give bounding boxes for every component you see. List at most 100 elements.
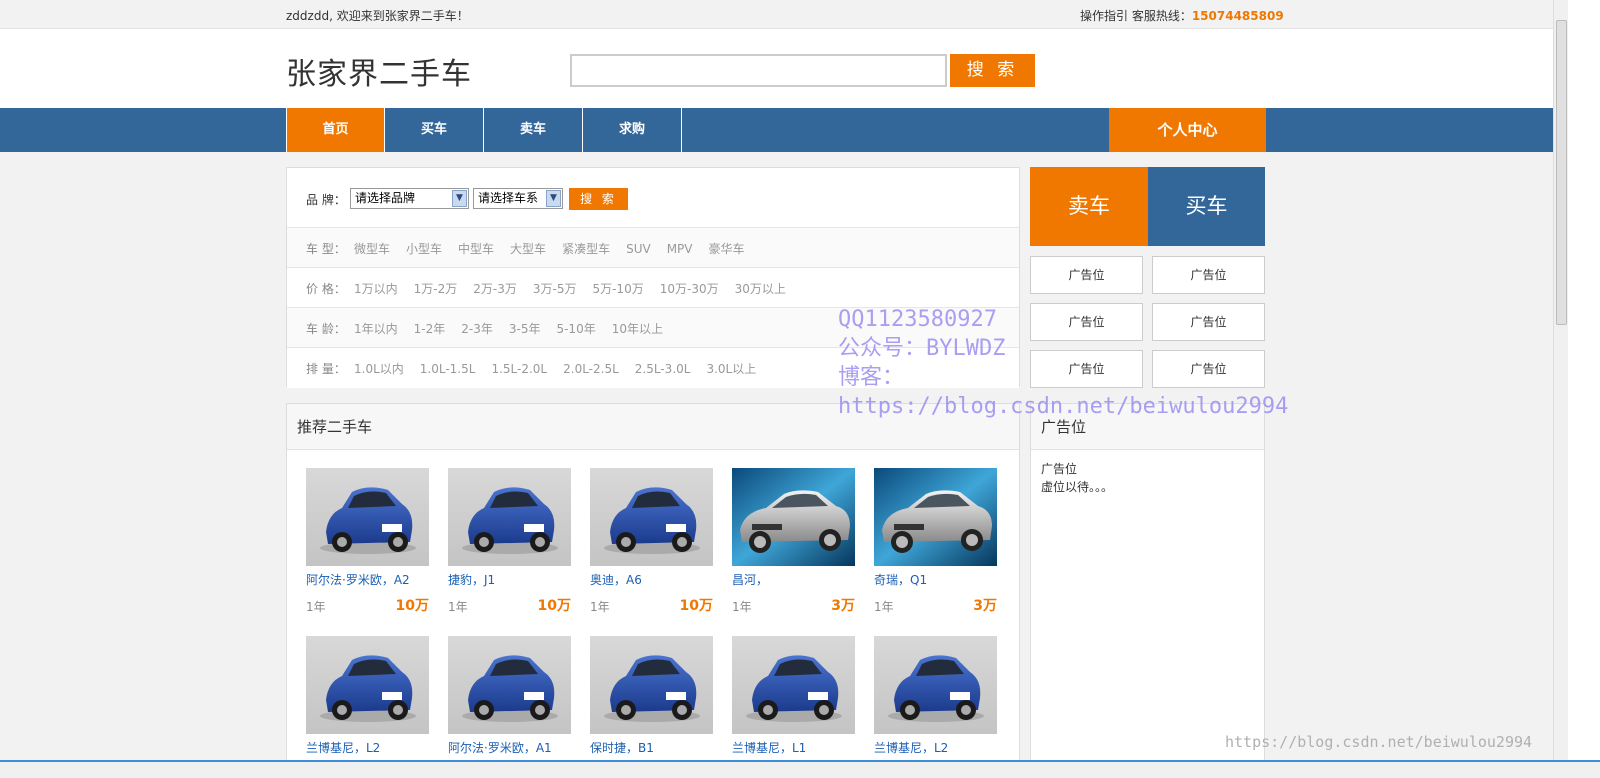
car-meta: 1年 3万 bbox=[732, 595, 855, 615]
buy-car-button[interactable]: 买车 bbox=[1148, 167, 1265, 246]
car-age: 1年 bbox=[306, 600, 326, 614]
filter-options: 1万以内 1万-2万 2万-3万 3万-5万 5万-10万 10万-30万 30万以上 bbox=[354, 280, 802, 297]
car-card[interactable]: 保时捷，B1 bbox=[590, 636, 713, 755]
filter-row-label: 车 龄： bbox=[306, 322, 346, 336]
filter-option[interactable]: 1-2年 bbox=[414, 322, 446, 336]
car-card[interactable]: 奥迪，A6 1年 10万 bbox=[590, 468, 713, 615]
nav-item-personal-center[interactable]: 个人中心 bbox=[1109, 108, 1266, 152]
car-photo[interactable] bbox=[590, 636, 713, 734]
car-photo[interactable] bbox=[732, 636, 855, 734]
filter-option[interactable]: 大型车 bbox=[510, 242, 546, 256]
car-photo[interactable] bbox=[732, 468, 855, 566]
filter-row-label: 价 格： bbox=[306, 282, 346, 296]
filter-option[interactable]: 3万-5万 bbox=[533, 282, 577, 296]
nav-item-buy[interactable]: 买车 bbox=[385, 108, 484, 152]
filter-option[interactable]: 1年以内 bbox=[354, 322, 398, 336]
car-card[interactable]: 昌河， 1年 3万 bbox=[732, 468, 855, 615]
filter-option[interactable]: 10年以上 bbox=[612, 322, 663, 336]
filter-option[interactable]: 30万以上 bbox=[735, 282, 786, 296]
filter-option[interactable]: 中型车 bbox=[458, 242, 494, 256]
filter-option[interactable]: 2.5L-3.0L bbox=[635, 362, 691, 376]
nav-item-home[interactable]: 首页 bbox=[286, 108, 385, 152]
filter-option[interactable]: 3-5年 bbox=[509, 322, 541, 336]
filter-option[interactable]: SUV bbox=[626, 242, 651, 256]
filter-option[interactable]: 2.0L-2.5L bbox=[563, 362, 619, 376]
car-card[interactable]: 兰博基尼，L1 bbox=[732, 636, 855, 755]
filter-option[interactable]: 5-10年 bbox=[556, 322, 595, 336]
series-select-value: 请选择车系 bbox=[478, 191, 539, 205]
brand-select[interactable]: 请选择品牌 ▼ bbox=[350, 188, 469, 209]
filter-option[interactable]: 豪华车 bbox=[709, 242, 745, 256]
nav-item-wanted[interactable]: 求购 bbox=[583, 108, 682, 152]
car-photo[interactable] bbox=[874, 636, 997, 734]
chevron-down-icon: ▼ bbox=[546, 190, 561, 207]
filter-option[interactable]: 1.0L-1.5L bbox=[420, 362, 476, 376]
car-name-link[interactable]: 阿尔法·罗米欧，A1 bbox=[448, 739, 571, 755]
series-select[interactable]: 请选择车系 ▼ bbox=[473, 188, 563, 209]
car-card[interactable]: 兰博基尼，L2 bbox=[874, 636, 997, 755]
car-age: 1年 bbox=[590, 600, 610, 614]
car-name-link[interactable]: 奥迪，A6 bbox=[590, 571, 713, 587]
car-card[interactable]: 捷豹，J1 1年 10万 bbox=[448, 468, 571, 615]
car-price: 3万 bbox=[831, 598, 855, 614]
ad-slot[interactable]: 广告位 bbox=[1152, 256, 1265, 294]
filter-option[interactable]: 2万-3万 bbox=[473, 282, 517, 296]
car-photo[interactable] bbox=[448, 636, 571, 734]
filter-option[interactable]: 紧凑型车 bbox=[562, 242, 610, 256]
car-card[interactable]: 阿尔法·罗米欧，A2 1年 10万 bbox=[306, 468, 429, 615]
car-meta: 1年 10万 bbox=[306, 595, 429, 615]
search-button[interactable]: 搜 索 bbox=[950, 54, 1035, 87]
car-name-link[interactable]: 保时捷，B1 bbox=[590, 739, 713, 755]
car-name-link[interactable]: 阿尔法·罗米欧，A2 bbox=[306, 571, 429, 587]
filter-option[interactable]: 2-3年 bbox=[461, 322, 493, 336]
filter-row: 车 型： 微型车 小型车 中型车 大型车 紧凑型车 SUV MPV 豪华车 bbox=[287, 228, 1019, 268]
nav-item-sell[interactable]: 卖车 bbox=[484, 108, 583, 152]
ad-box-line: 广告位 bbox=[1041, 462, 1078, 476]
filter-option[interactable]: 5万-10万 bbox=[592, 282, 643, 296]
top-bar: zddzdd, 欢迎来到张家界二手车！ 操作指引 客服热线：1507448580… bbox=[0, 0, 1568, 29]
car-photo[interactable] bbox=[448, 468, 571, 566]
car-photo[interactable] bbox=[306, 468, 429, 566]
filter-search-button[interactable]: 搜 索 bbox=[569, 188, 628, 210]
car-name-link[interactable]: 捷豹，J1 bbox=[448, 571, 571, 587]
corner-watermark: https://blog.csdn.net/beiwulou2994 bbox=[1225, 733, 1533, 751]
car-name-link[interactable]: 兰博基尼，L2 bbox=[306, 739, 429, 755]
car-card[interactable]: 阿尔法·罗米欧，A1 bbox=[448, 636, 571, 755]
scrollbar-thumb[interactable] bbox=[1556, 20, 1567, 325]
filter-option[interactable]: 1万-2万 bbox=[414, 282, 458, 296]
car-name-link[interactable]: 兰博基尼，L1 bbox=[732, 739, 855, 755]
ad-box: 广告位 广告位 虚位以待。。。 bbox=[1030, 403, 1265, 778]
filter-option[interactable]: MPV bbox=[667, 242, 693, 256]
ad-slot[interactable]: 广告位 bbox=[1030, 256, 1143, 294]
car-price: 10万 bbox=[537, 598, 571, 614]
ad-box-body: 广告位 虚位以待。。。 bbox=[1031, 450, 1264, 506]
brand-select-value: 请选择品牌 bbox=[355, 191, 416, 205]
car-name-link[interactable]: 昌河， bbox=[732, 571, 855, 587]
car-photo[interactable] bbox=[590, 468, 713, 566]
vertical-scrollbar[interactable] bbox=[1553, 0, 1568, 778]
window-edge bbox=[1568, 0, 1600, 778]
filter-option[interactable]: 微型车 bbox=[354, 242, 390, 256]
sell-car-button[interactable]: 卖车 bbox=[1030, 167, 1148, 246]
filter-option[interactable]: 1.0L以内 bbox=[354, 362, 404, 376]
filter-option[interactable]: 10万-30万 bbox=[660, 282, 719, 296]
car-photo[interactable] bbox=[306, 636, 429, 734]
car-card[interactable]: 奇瑞，Q1 1年 3万 bbox=[874, 468, 997, 615]
car-card[interactable]: 兰博基尼，L2 bbox=[306, 636, 429, 755]
car-photo[interactable] bbox=[874, 468, 997, 566]
car-name-link[interactable]: 兰博基尼，L2 bbox=[874, 739, 997, 755]
chevron-down-icon: ▼ bbox=[452, 190, 467, 207]
filter-row: 价 格： 1万以内 1万-2万 2万-3万 3万-5万 5万-10万 10万-30万 30万以… bbox=[287, 268, 1019, 308]
watermark-line: https://blog.csdn.net/beiwulou2994 bbox=[838, 394, 1289, 419]
car-name-link[interactable]: 奇瑞，Q1 bbox=[874, 571, 997, 587]
filter-option[interactable]: 3.0L以上 bbox=[706, 362, 756, 376]
guide-text[interactable]: 操作指引 客服热线： bbox=[1080, 9, 1192, 23]
car-meta: 1年 10万 bbox=[448, 595, 571, 615]
filter-option[interactable]: 1万以内 bbox=[354, 282, 398, 296]
filter-option[interactable]: 小型车 bbox=[406, 242, 442, 256]
filter-row-label: 排 量： bbox=[306, 362, 346, 376]
site-logo[interactable]: 张家界二手车 bbox=[286, 49, 472, 93]
filter-option[interactable]: 1.5L-2.0L bbox=[491, 362, 547, 376]
search-input[interactable] bbox=[570, 54, 947, 87]
car-meta: 1年 10万 bbox=[590, 595, 713, 615]
